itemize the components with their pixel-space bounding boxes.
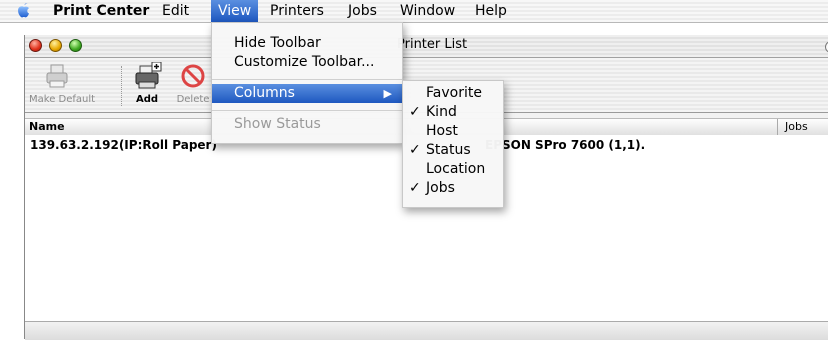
menu-divider (212, 110, 402, 111)
delete-icon (181, 64, 205, 88)
window-title: Printer List (397, 37, 468, 52)
submenu-arrow-icon: ▶ (383, 87, 392, 100)
submenu-item-label: Kind (426, 104, 457, 120)
menu-window[interactable]: Window (393, 0, 462, 22)
menu-jobs[interactable]: Jobs (341, 0, 384, 22)
menu-item-hide-toolbar[interactable]: Hide Toolbar (212, 34, 402, 53)
add-label: Add (135, 94, 159, 105)
view-menu: Hide Toolbar Customize Toolbar... Column… (211, 22, 403, 144)
menu-help[interactable]: Help (468, 0, 514, 22)
status-bar (25, 321, 828, 340)
submenu-item-favorite[interactable]: Favorite (403, 84, 503, 103)
submenu-item-label: Host (426, 123, 458, 139)
menu-item-customize-toolbar[interactable]: Customize Toolbar... (212, 53, 402, 72)
make-default-label: Make Default (29, 94, 96, 105)
submenu-item-label: Location (426, 161, 486, 177)
columns-submenu: Favorite ✓ Kind Host ✓ Status Location ✓… (402, 80, 504, 208)
submenu-item-status[interactable]: ✓ Status (403, 141, 503, 160)
submenu-item-label: Favorite (426, 85, 482, 101)
add-printer-icon (135, 62, 162, 89)
checkmark-icon: ✓ (409, 104, 421, 120)
checkmark-icon: ✓ (409, 180, 421, 196)
submenu-item-host[interactable]: Host (403, 122, 503, 141)
printer-row[interactable]: 139.63.2.192(IP:Roll Paper) EPSON SPro 7… (30, 138, 645, 152)
menu-printers[interactable]: Printers (263, 0, 331, 22)
toolbar-separator (121, 66, 122, 106)
submenu-item-location[interactable]: Location (403, 160, 503, 179)
column-divider (777, 119, 778, 135)
menu-edit[interactable]: Edit (155, 0, 196, 22)
column-name-header[interactable]: Name (29, 120, 65, 133)
submenu-item-kind[interactable]: ✓ Kind (403, 103, 503, 122)
menu-bar: Print Center Edit View Printers Jobs Win… (0, 0, 828, 23)
submenu-item-jobs[interactable]: ✓ Jobs (403, 179, 503, 198)
menu-item-columns[interactable]: Columns ▶ (212, 84, 402, 103)
window-titlebar[interactable]: Printer List (25, 35, 828, 58)
submenu-item-label: Status (426, 142, 471, 158)
menu-item-show-status[interactable]: Show Status (212, 115, 402, 134)
zoom-button[interactable] (69, 39, 82, 52)
menu-print-center[interactable]: Print Center (46, 0, 156, 22)
checkmark-icon: ✓ (409, 142, 421, 158)
minimize-button[interactable] (49, 39, 62, 52)
apple-menu-icon[interactable] (14, 1, 34, 21)
printer-kind: EPSON SPro 7600 (1,1). (485, 138, 646, 152)
menu-divider (212, 79, 402, 80)
column-jobs-header[interactable]: Jobs (785, 120, 808, 133)
printer-name: 139.63.2.192(IP:Roll Paper) (30, 138, 217, 152)
delete-label: Delete (176, 94, 210, 105)
close-button[interactable] (29, 39, 42, 52)
submenu-item-label: Jobs (426, 180, 455, 196)
printer-icon (46, 64, 68, 88)
menu-view[interactable]: View (211, 0, 259, 22)
menu-item-columns-label: Columns (234, 85, 295, 101)
